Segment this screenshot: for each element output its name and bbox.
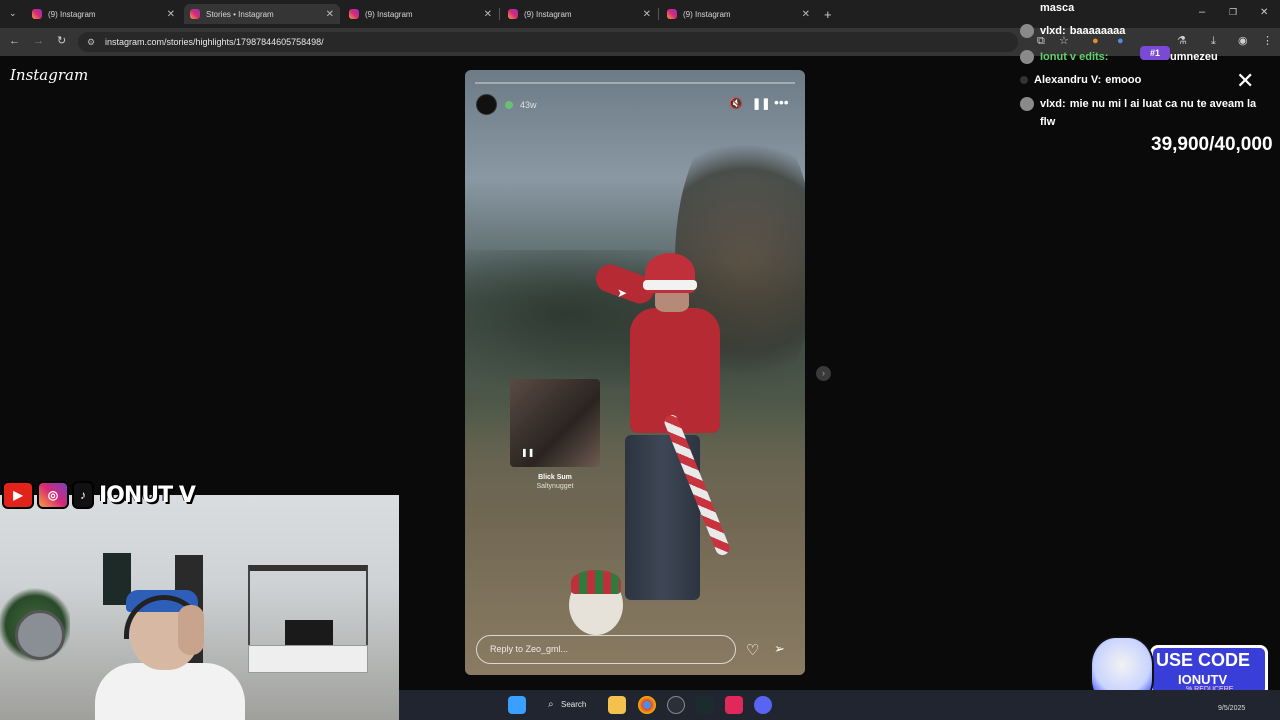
taskbar-date: 9/5/2025 bbox=[1218, 705, 1246, 712]
music-pause-icon[interactable]: ❚❚ bbox=[521, 448, 534, 457]
download-icon[interactable]: ⤓ bbox=[1211, 36, 1216, 47]
share-send-icon[interactable]: ➢ bbox=[774, 641, 785, 657]
new-tab-icon[interactable]: + bbox=[824, 8, 832, 21]
taskbar-search[interactable]: Search bbox=[561, 700, 586, 709]
site-info-icon[interactable]: ⚙ bbox=[87, 37, 95, 48]
back-icon[interactable]: ← bbox=[9, 36, 20, 47]
story-progress-bar bbox=[475, 82, 795, 84]
instagram-favicon-icon bbox=[667, 9, 677, 19]
follower-goal: 39,900/40,000 bbox=[1151, 134, 1273, 155]
chat-avatar-icon bbox=[1020, 24, 1034, 38]
browser-tab-1[interactable]: (9) Instagram ✕ bbox=[26, 4, 181, 24]
tiktok-app-icon[interactable] bbox=[725, 696, 743, 714]
file-explorer-icon[interactable] bbox=[608, 696, 626, 714]
discord-icon[interactable] bbox=[754, 696, 772, 714]
chat-message: masca bbox=[1020, 2, 1074, 14]
chat-avatar-icon bbox=[1020, 97, 1034, 111]
story-viewer[interactable]: 43w 🔇 ❚❚ ••• ❚❚ Blick Sum Saltynugget Re… bbox=[465, 70, 805, 675]
story-timestamp: 43w bbox=[520, 100, 537, 110]
chat-text: emooo bbox=[1105, 74, 1142, 86]
tab-title: (9) Instagram bbox=[48, 9, 96, 19]
browser-tab-3[interactable]: (9) Instagram ✕ bbox=[343, 4, 498, 24]
chat-message: Ionut v edits: w Dumnezeu bbox=[1020, 50, 1218, 64]
tab-title: Stories • Instagram bbox=[206, 9, 274, 19]
tab-title: (9) Instagram bbox=[524, 9, 572, 19]
tiktok-icon: ♪ bbox=[72, 481, 94, 509]
chat-text: flw bbox=[1040, 116, 1056, 128]
windows-start-icon[interactable] bbox=[508, 696, 526, 714]
streamer-handle: IONUT V bbox=[99, 482, 196, 508]
like-heart-icon[interactable]: ♡ bbox=[746, 641, 759, 659]
profile-icon[interactable]: ◉ bbox=[1238, 36, 1248, 47]
instagram-favicon-icon bbox=[32, 9, 42, 19]
streamer-hand bbox=[178, 605, 204, 655]
instagram-icon: ◎ bbox=[37, 481, 69, 509]
app-icon[interactable] bbox=[667, 696, 685, 714]
santa-hat-band bbox=[643, 280, 697, 290]
tab-close-icon[interactable]: ✕ bbox=[802, 9, 810, 20]
chat-message: flw bbox=[1040, 116, 1055, 128]
tab-list-icon[interactable]: ⌄ bbox=[9, 9, 17, 18]
tab-title: (9) Instagram bbox=[683, 9, 731, 19]
tab-close-icon[interactable]: ✕ bbox=[167, 9, 175, 20]
reply-input[interactable]: Reply to Zeo_gml... bbox=[476, 635, 736, 664]
address-bar[interactable]: ⚙ instagram.com/stories/highlights/17987… bbox=[78, 32, 1018, 52]
promo-code: IONUTV bbox=[1178, 672, 1228, 687]
window-close-icon[interactable]: ✕ bbox=[1260, 8, 1268, 18]
chat-message: Alexandru V: emooo bbox=[1020, 74, 1141, 86]
browser-tab-5[interactable]: (9) Instagram ✕ bbox=[661, 4, 816, 24]
tab-close-icon[interactable]: ✕ bbox=[326, 9, 334, 20]
minimize-icon[interactable]: – bbox=[1199, 7, 1205, 18]
mouse-cursor-icon: ➤ bbox=[617, 286, 628, 300]
chat-message: vlxd: mie nu mi l ai luat ca nu te aveam… bbox=[1020, 97, 1256, 111]
reload-icon[interactable]: ↻ bbox=[57, 36, 66, 47]
tab-separator bbox=[658, 8, 659, 20]
avatar[interactable] bbox=[476, 94, 497, 115]
forward-icon[interactable]: → bbox=[33, 36, 44, 47]
tab-close-icon[interactable]: ✕ bbox=[484, 9, 492, 20]
chat-message: vlxd: baaaaaaaa bbox=[1020, 24, 1125, 38]
browser-tab-4[interactable]: (9) Instagram ✕ bbox=[502, 4, 657, 24]
tab-separator bbox=[499, 8, 500, 20]
more-options-icon[interactable]: ••• bbox=[774, 94, 789, 110]
search-icon[interactable]: ⌕ bbox=[548, 699, 554, 710]
snowman-hat bbox=[571, 570, 621, 594]
windows-taskbar bbox=[399, 690, 1280, 720]
browser-tab-2[interactable]: Stories • Instagram ✕ bbox=[184, 4, 340, 24]
music-artist: Saltynugget bbox=[536, 483, 574, 490]
story-person-sweater bbox=[630, 308, 720, 433]
television bbox=[285, 620, 333, 646]
story-user-icon bbox=[505, 101, 513, 109]
restore-icon[interactable]: ❐ bbox=[1229, 8, 1237, 17]
url-text[interactable]: instagram.com/stories/highlights/1798784… bbox=[105, 37, 324, 47]
chrome-icon[interactable] bbox=[638, 696, 656, 714]
rank-badge: #1 bbox=[1140, 46, 1170, 60]
chat-text: baaaaaaaa bbox=[1069, 25, 1126, 37]
social-handles: ▶ ◎ ♪ IONUT V bbox=[2, 479, 196, 511]
music-title: Blick Sum bbox=[538, 474, 572, 481]
instagram-favicon-icon bbox=[349, 9, 359, 19]
youtube-icon: ▶ bbox=[2, 481, 34, 509]
promo-line-1: USE CODE bbox=[1156, 650, 1251, 670]
webcam-feed bbox=[0, 495, 399, 720]
instagram-favicon-icon bbox=[508, 9, 518, 19]
menu-kebab-icon[interactable]: ⋮ bbox=[1262, 36, 1273, 47]
chat-text: masca bbox=[1040, 2, 1075, 14]
pause-icon[interactable]: ❚❚ bbox=[752, 97, 770, 110]
chat-avatar-icon bbox=[1020, 76, 1028, 84]
tv-cabinet bbox=[248, 645, 368, 673]
desk-fan bbox=[15, 610, 65, 660]
overlay-close-icon[interactable]: ✕ bbox=[1236, 70, 1254, 92]
instagram-logo[interactable]: Instagram bbox=[10, 66, 88, 84]
mute-icon[interactable]: 🔇 bbox=[729, 97, 743, 110]
tab-title: (9) Instagram bbox=[365, 9, 413, 19]
tab-close-icon[interactable]: ✕ bbox=[643, 9, 651, 20]
extensions-puzzle-icon[interactable]: ⚗ bbox=[1177, 36, 1187, 47]
instagram-favicon-icon bbox=[190, 9, 200, 19]
chat-text: mie nu mi l ai luat ca nu te aveam la bbox=[1069, 98, 1257, 110]
terminal-icon[interactable] bbox=[696, 696, 714, 714]
chat-avatar-icon bbox=[1020, 50, 1034, 64]
next-story-icon[interactable]: › bbox=[816, 366, 831, 381]
streamer-shirt bbox=[95, 663, 245, 720]
